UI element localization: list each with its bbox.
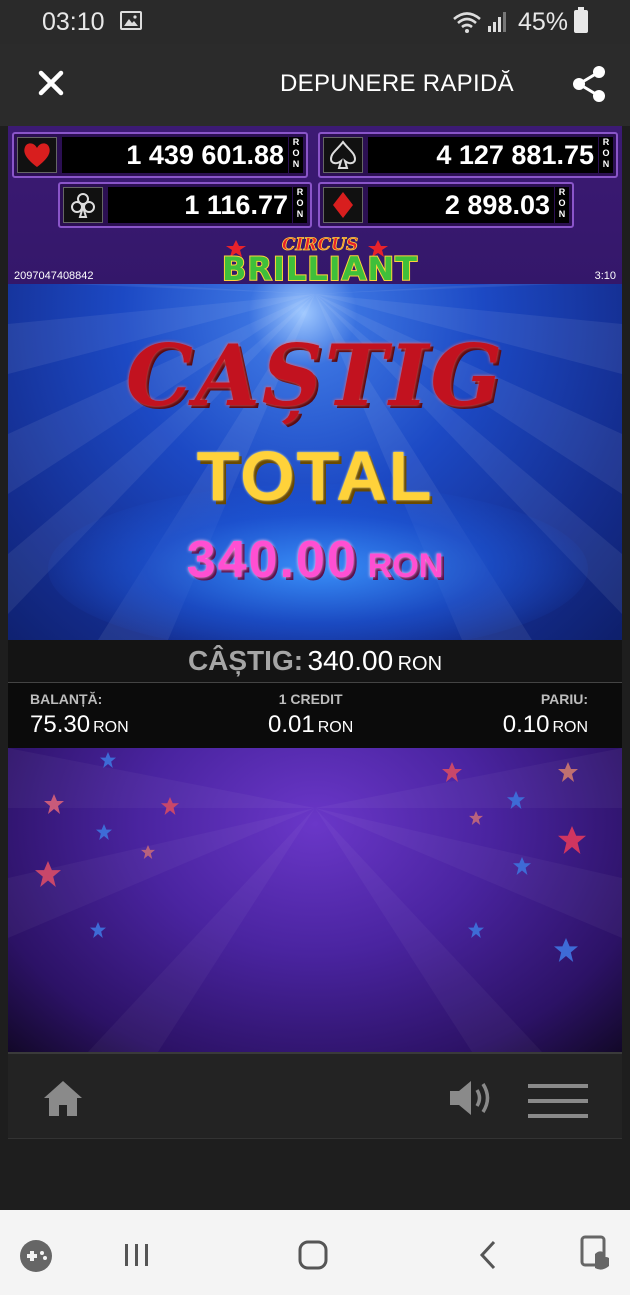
win-bar: CÂȘTIG: 340.00 RON [8, 640, 622, 682]
jackpot-spade: 4 127 881.75 RON [318, 132, 618, 178]
page-title: DEPUNERE RAPIDĂ [280, 70, 514, 97]
club-icon [63, 187, 103, 223]
heart-icon [17, 137, 57, 173]
bet-label: PARIU: [540, 691, 588, 707]
jackpot-currency: RON [599, 137, 613, 173]
jackpot-currency: RON [289, 137, 303, 173]
share-icon[interactable] [570, 64, 608, 104]
signal-icon [488, 12, 506, 32]
credit-value: 0.01 [268, 711, 315, 738]
battery-icon [574, 7, 588, 33]
home-icon[interactable] [42, 1078, 84, 1118]
win-title: CAȘTIG [125, 326, 505, 425]
bet-currency: RON [552, 719, 588, 736]
status-bar: 03:10 45% [0, 0, 630, 44]
credit-display[interactable]: 1 CREDIT 0.01 RON [268, 691, 353, 739]
credit-currency: RON [317, 719, 354, 736]
gallery-notification-icon [120, 11, 142, 30]
win-amount-value: 340.00 [186, 531, 358, 589]
game-tools-icon[interactable] [18, 1238, 54, 1274]
info-bar: BALANȚĂ: 75.30 RON 1 CREDIT 0.01 RON PARIU… [8, 682, 622, 748]
win-amount: 340.00 RON [8, 530, 622, 590]
win-amount-currency: RON [367, 547, 444, 585]
game-round-id: 2097047408842 [14, 270, 94, 282]
jackpot-value: 1 439 601.88 [62, 137, 288, 173]
jackpot-value: 4 127 881.75 [368, 137, 598, 173]
balance-label: BALANȚĂ: [30, 691, 103, 707]
wifi-icon [453, 12, 481, 33]
recent-apps-icon[interactable] [122, 1238, 152, 1272]
back-icon[interactable] [476, 1238, 500, 1272]
system-navigation-bar [0, 1210, 630, 1295]
status-time: 03:10 [42, 8, 105, 36]
star-decorations [8, 748, 622, 1052]
win-currency: RON [397, 653, 443, 675]
jackpot-club: 1 116.77 RON [58, 182, 312, 228]
screenshot-assist-icon[interactable] [578, 1234, 614, 1274]
win-value: 340.00 [307, 645, 394, 676]
balance-display: BALANȚĂ: 75.30 RON [30, 691, 129, 739]
jackpot-diamond: 2 898.03 RON [318, 182, 574, 228]
total-win-screen: CAȘTIG TOTAL 340.00 RON [8, 284, 622, 640]
jackpot-value: 2 898.03 [368, 187, 554, 223]
credit-label: 1 CREDIT [278, 691, 343, 707]
win-label: CÂȘTIG: [187, 645, 304, 676]
game-area[interactable]: 1 439 601.88 RON 4 127 881.75 RON 1 116.… [8, 126, 622, 1052]
jackpot-currency: RON [555, 187, 569, 223]
reels-background [8, 748, 622, 1052]
game-toolbar [8, 1052, 622, 1138]
toolbar-spacer [8, 1138, 622, 1210]
jackpot-value: 1 116.77 [108, 187, 292, 223]
menu-icon[interactable] [528, 1084, 588, 1118]
home-button-icon[interactable] [296, 1238, 330, 1272]
spade-icon [323, 137, 363, 173]
logo-brilliant-text: BRILLIANT [222, 250, 418, 288]
diamond-icon [323, 187, 363, 223]
app-bar: DEPUNERE RAPIDĂ [0, 44, 630, 126]
circus-brilliant-logo: CIRCUS BRILLIANT [221, 235, 418, 288]
game-clock: 3:10 [594, 270, 616, 282]
win-subtitle: TOTAL [196, 437, 434, 515]
bet-display[interactable]: PARIU: 0.10 RON [503, 691, 588, 739]
bet-value: 0.10 [502, 711, 550, 738]
balance-currency: RON [93, 719, 129, 736]
close-icon[interactable] [34, 66, 68, 100]
jackpot-heart: 1 439 601.88 RON [12, 132, 308, 178]
sound-icon[interactable] [448, 1078, 496, 1118]
jackpot-currency: RON [293, 187, 307, 223]
balance-value: 75.30 [30, 711, 91, 738]
battery-percent: 45% [518, 8, 569, 36]
